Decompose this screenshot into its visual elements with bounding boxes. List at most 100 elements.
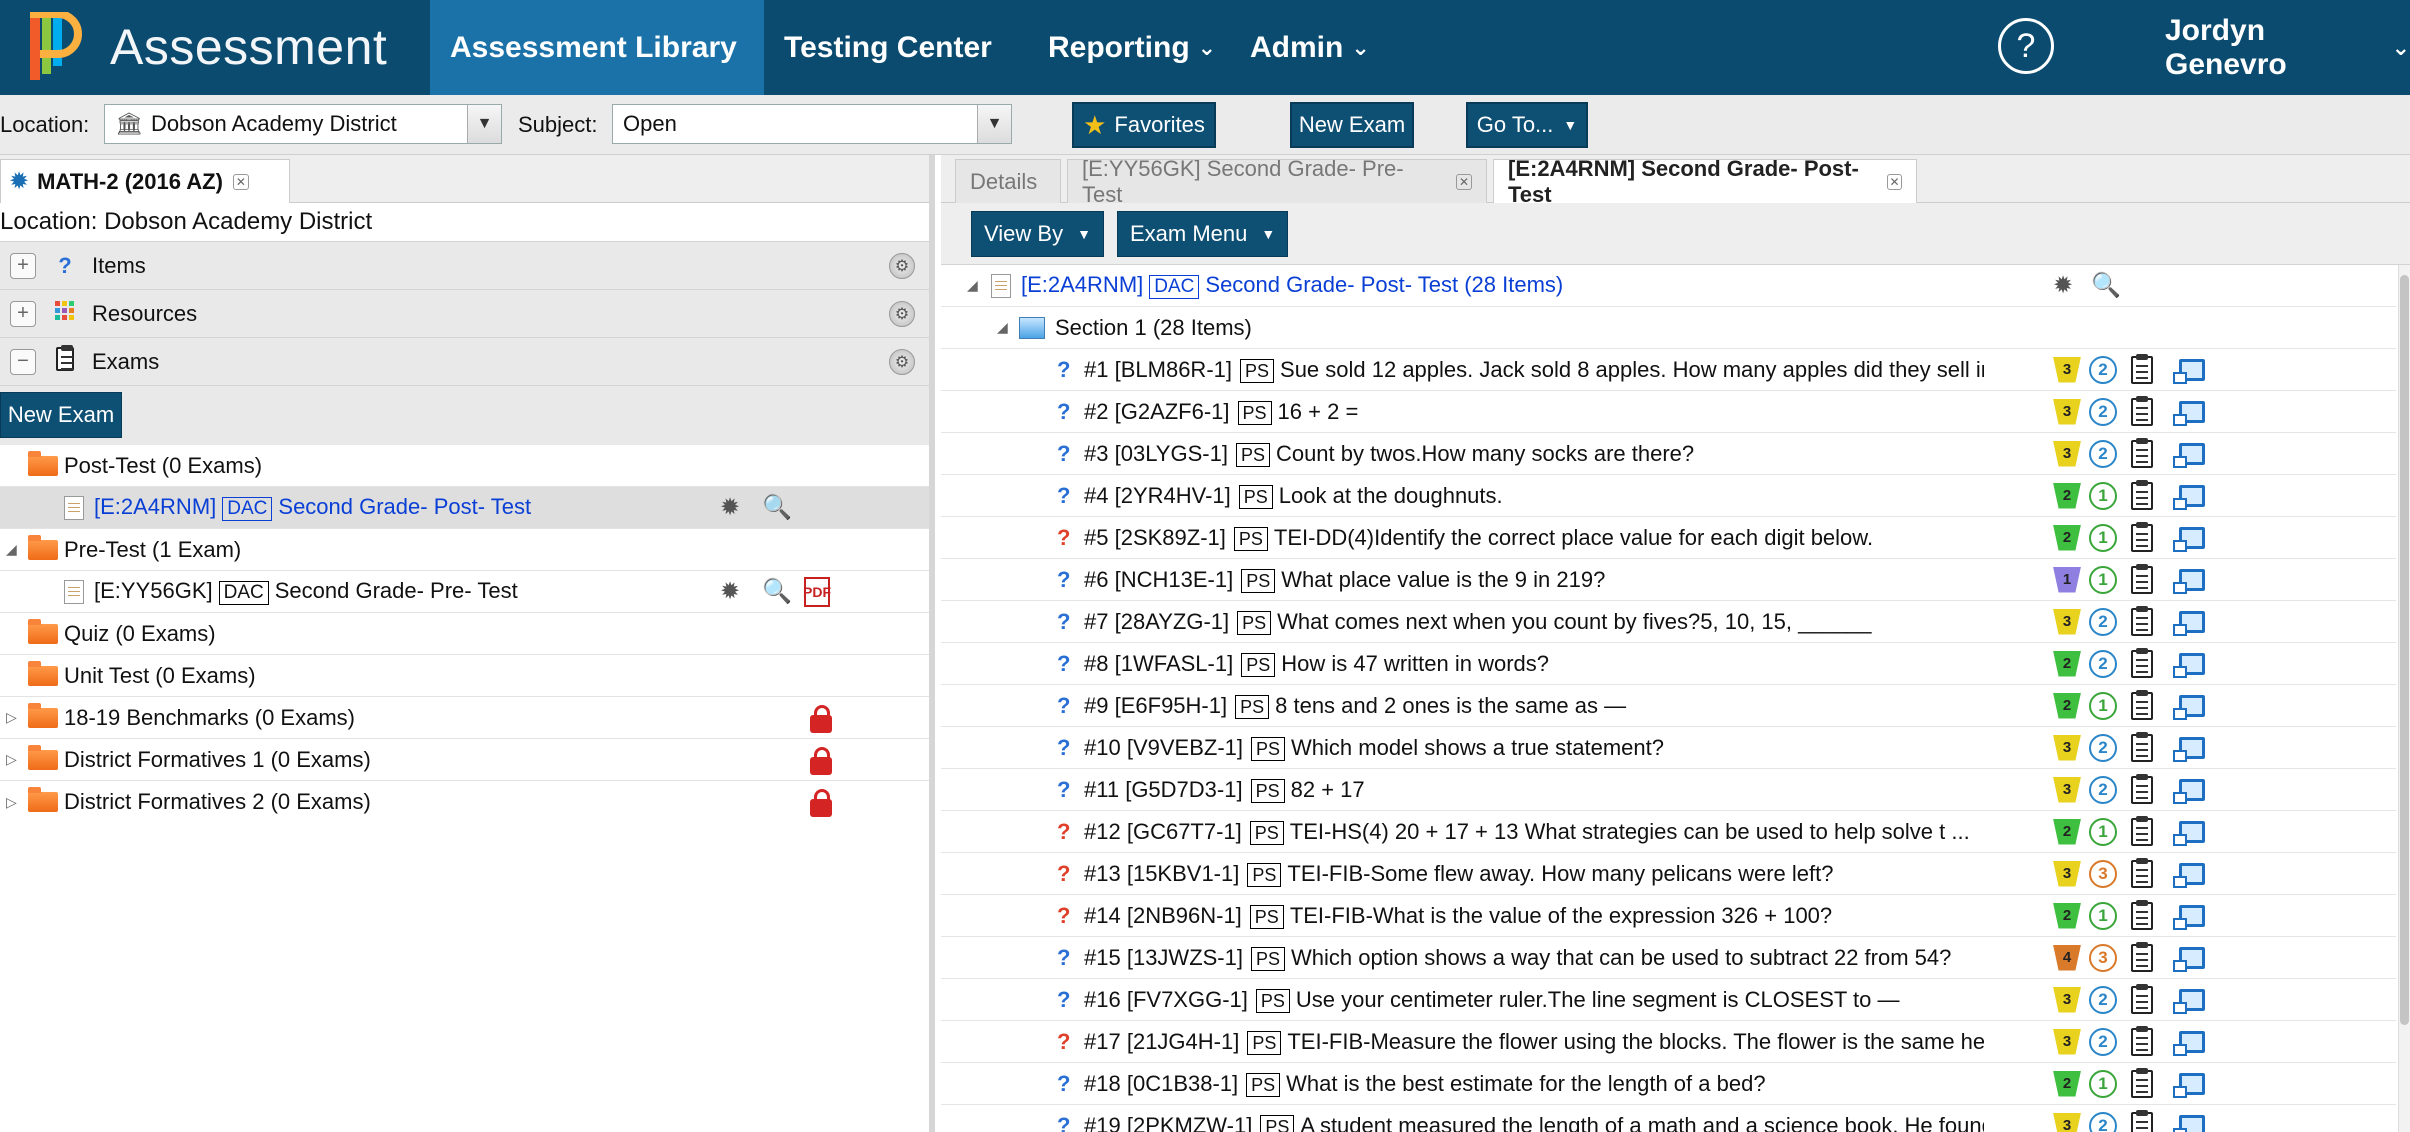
exam-item-row[interactable]: ? #3 [03LYGS-1] PS Count by twos.How many s… xyxy=(941,433,2396,475)
nav-tab-admin[interactable]: Admin ⌄ xyxy=(1250,0,1370,95)
close-icon[interactable]: ✕ xyxy=(1456,173,1472,190)
collapsed-arrow-icon[interactable]: ▷ xyxy=(6,709,17,726)
preview-window-icon[interactable] xyxy=(2173,1030,2205,1056)
preview-window-icon[interactable] xyxy=(2173,736,2205,762)
tab-pre-test[interactable]: [E:YY56GK] Second Grade- Pre- Test ✕ xyxy=(1067,156,1487,207)
preview-window-icon[interactable] xyxy=(2173,652,2205,678)
accordion-exams[interactable]: − Exams ⚙ xyxy=(0,337,929,385)
nav-tab-assessment-library[interactable]: Assessment Library xyxy=(430,0,764,95)
clipboard-icon[interactable] xyxy=(2131,1025,2153,1056)
exam-item-row[interactable]: ? #12 [GC67T7-1] PS TEI-HS(4) 20 + 17 + 13 … xyxy=(941,811,2396,853)
preview-window-icon[interactable] xyxy=(2173,568,2205,594)
clipboard-icon[interactable] xyxy=(2131,773,2153,804)
expand-icon[interactable]: + xyxy=(10,300,36,327)
preview-window-icon[interactable] xyxy=(2173,946,2205,972)
exam-menu-button[interactable]: Exam Menu ▼ xyxy=(1117,211,1289,257)
preview-magnifier-icon[interactable]: 🔍 xyxy=(2091,271,2121,300)
tree-folder-district-formatives-1[interactable]: ▷ District Formatives 1 (0 Exams) xyxy=(0,739,929,781)
preview-window-icon[interactable] xyxy=(2173,904,2205,930)
tree-folder-pre-test[interactable]: ◢ Pre-Test (1 Exam) xyxy=(0,529,929,571)
tab-details[interactable]: Details xyxy=(955,159,1061,203)
section-row[interactable]: ◢ Section 1 (28 Items) xyxy=(941,307,2396,349)
tab-post-test[interactable]: [E:2A4RNM] Second Grade- Post- Test ✕ xyxy=(1493,156,1917,207)
expanded-arrow-icon[interactable]: ◢ xyxy=(6,541,17,558)
collapsed-arrow-icon[interactable]: ▷ xyxy=(6,794,17,811)
clipboard-icon[interactable] xyxy=(2131,983,2153,1014)
clipboard-icon[interactable] xyxy=(2131,395,2153,426)
tree-folder-quiz[interactable]: Quiz (0 Exams) xyxy=(0,613,929,655)
tab-math-2[interactable]: ✹ MATH-2 (2016 AZ) ✕ xyxy=(0,159,290,203)
exam-item-row[interactable]: ? #17 [21JG4H-1] PS TEI-FIB-Measure the flo… xyxy=(941,1021,2396,1063)
vertical-scrollbar[interactable] xyxy=(2398,265,2410,1132)
exam-item-row[interactable]: ? #7 [28AYZG-1] PS What comes next when you… xyxy=(941,601,2396,643)
new-exam-button-left[interactable]: New Exam xyxy=(0,392,122,438)
preview-window-icon[interactable] xyxy=(2173,526,2205,552)
exam-item-row[interactable]: ? #6 [NCH13E-1] PS What place value is the … xyxy=(941,559,2396,601)
clipboard-icon[interactable] xyxy=(2131,605,2153,636)
clipboard-icon[interactable] xyxy=(2131,521,2153,552)
clipboard-icon[interactable] xyxy=(2131,479,2153,510)
preview-window-icon[interactable] xyxy=(2173,610,2205,636)
exam-item-row[interactable]: ? #2 [G2AZF6-1] PS 16 + 2 = 3 2 xyxy=(941,391,2396,433)
clipboard-icon[interactable] xyxy=(2131,647,2153,678)
exam-item-row[interactable]: ? #9 [E6F95H-1] PS 8 tens and 2 ones is the… xyxy=(941,685,2396,727)
pdf-icon[interactable]: PDF xyxy=(803,576,831,607)
preview-window-icon[interactable] xyxy=(2173,442,2205,468)
preview-magnifier-icon[interactable]: 🔍 xyxy=(762,493,792,522)
help-icon[interactable]: ? xyxy=(1998,18,2054,74)
exam-item-row[interactable]: ? #14 [2NB96N-1] PS TEI-FIB-What is the val… xyxy=(941,895,2396,937)
starburst-icon[interactable]: ✹ xyxy=(720,493,740,522)
gear-icon[interactable]: ⚙ xyxy=(889,301,915,327)
preview-window-icon[interactable] xyxy=(2173,778,2205,804)
new-exam-button[interactable]: New Exam xyxy=(1290,102,1414,148)
starburst-icon[interactable]: ✹ xyxy=(720,577,740,606)
view-by-button[interactable]: View By ▼ xyxy=(971,211,1104,257)
exam-item-row[interactable]: ? #5 [2SK89Z-1] PS TEI-DD(4)Identify the co… xyxy=(941,517,2396,559)
clipboard-icon[interactable] xyxy=(2131,941,2153,972)
accordion-resources[interactable]: + Resources ⚙ xyxy=(0,289,929,337)
clipboard-icon[interactable] xyxy=(2131,1067,2153,1098)
exam-item-row[interactable]: ? #11 [G5D7D3-1] PS 82 + 17 3 2 xyxy=(941,769,2396,811)
nav-tab-reporting[interactable]: Reporting ⌄ xyxy=(1048,0,1216,95)
preview-window-icon[interactable] xyxy=(2173,358,2205,384)
clipboard-icon[interactable] xyxy=(2131,731,2153,762)
close-icon[interactable]: ✕ xyxy=(1887,173,1902,190)
accordion-items[interactable]: + ? Items ⚙ xyxy=(0,241,929,289)
clipboard-icon[interactable] xyxy=(2131,815,2153,846)
preview-window-icon[interactable] xyxy=(2173,400,2205,426)
tree-exam-post-test[interactable]: [E:2A4RNM] DAC Second Grade- Post- Test ✹ … xyxy=(0,487,929,529)
favorites-button[interactable]: ★ Favorites xyxy=(1072,102,1216,148)
clipboard-icon[interactable] xyxy=(2131,353,2153,384)
tree-folder-post-test[interactable]: Post-Test (0 Exams) xyxy=(0,445,929,487)
expanded-arrow-icon[interactable]: ◢ xyxy=(997,319,1008,336)
preview-window-icon[interactable] xyxy=(2173,1072,2205,1098)
clipboard-icon[interactable] xyxy=(2131,563,2153,594)
collapsed-arrow-icon[interactable]: ▷ xyxy=(6,751,17,768)
collapse-icon[interactable]: − xyxy=(10,348,36,375)
exam-item-row[interactable]: ? #4 [2YR4HV-1] PS Look at the doughnuts. 2 1 xyxy=(941,475,2396,517)
preview-magnifier-icon[interactable]: 🔍 xyxy=(762,577,792,606)
expanded-arrow-icon[interactable]: ◢ xyxy=(967,277,978,294)
exam-item-row[interactable]: ? #16 [FV7XGG-1] PS Use your centimeter rul… xyxy=(941,979,2396,1021)
tree-folder-benchmarks[interactable]: ▷ 18-19 Benchmarks (0 Exams) xyxy=(0,697,929,739)
exam-item-row[interactable]: ? #13 [15KBV1-1] PS TEI-FIB-Some flew away.… xyxy=(941,853,2396,895)
preview-window-icon[interactable] xyxy=(2173,820,2205,846)
clipboard-icon[interactable] xyxy=(2131,1109,2153,1132)
subject-select[interactable]: Open ▼ xyxy=(612,104,1012,144)
tree-folder-unit-test[interactable]: Unit Test (0 Exams) xyxy=(0,655,929,697)
user-menu[interactable]: Jordyn Genevro ⌄ xyxy=(2165,0,2410,95)
clipboard-icon[interactable] xyxy=(2131,857,2153,888)
clipboard-icon[interactable] xyxy=(2131,899,2153,930)
close-icon[interactable]: ✕ xyxy=(232,173,249,190)
preview-window-icon[interactable] xyxy=(2173,862,2205,888)
preview-window-icon[interactable] xyxy=(2173,484,2205,510)
location-select[interactable]: 🏛 Dobson Academy District ▼ xyxy=(104,104,502,144)
expand-icon[interactable]: + xyxy=(10,252,36,279)
exam-item-row[interactable]: ? #18 [0C1B38-1] PS What is the best estima… xyxy=(941,1063,2396,1105)
exam-item-row[interactable]: ? #15 [13JWZS-1] PS Which option shows a wa… xyxy=(941,937,2396,979)
gear-icon[interactable]: ⚙ xyxy=(889,253,915,279)
exam-item-row[interactable]: ? #19 [2PKMZW-1] PS A student measured the … xyxy=(941,1105,2396,1132)
exam-item-row[interactable]: ? #10 [V9VEBZ-1] PS Which model shows a tru… xyxy=(941,727,2396,769)
preview-window-icon[interactable] xyxy=(2173,1114,2205,1132)
scrollbar-thumb[interactable] xyxy=(2400,275,2409,1025)
